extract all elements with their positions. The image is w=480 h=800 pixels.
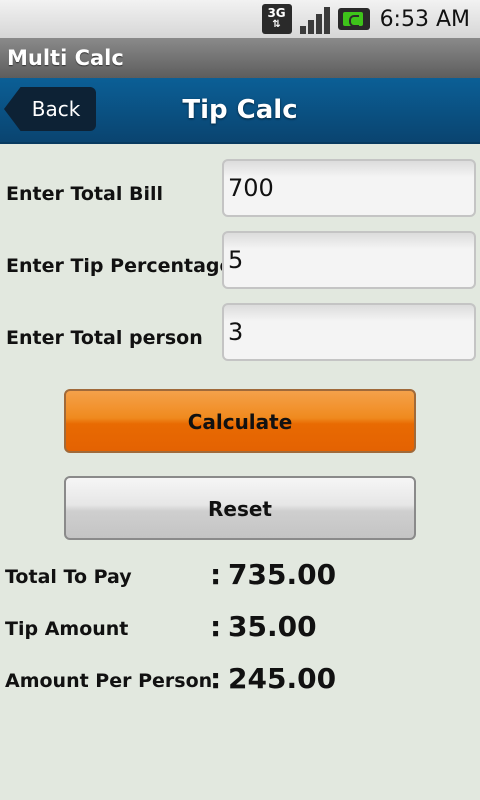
status-clock: 6:53 AM xyxy=(379,6,470,32)
tip-percentage-input[interactable]: 5 xyxy=(222,231,476,289)
total-to-pay-colon: : xyxy=(210,558,222,591)
tip-amount-colon: : xyxy=(210,610,222,643)
network-label: 3G xyxy=(267,6,286,20)
amount-per-person-label: Amount Per Person xyxy=(5,670,213,692)
calculate-button[interactable]: Calculate xyxy=(64,389,416,453)
tip-amount-label: Tip Amount xyxy=(5,618,129,640)
status-bar: 3G ⇅ 6:53 AM xyxy=(0,0,480,38)
total-bill-input[interactable]: 700 xyxy=(222,159,476,217)
screen-header: Tip Calc Back xyxy=(0,78,480,144)
app-title-bar: Multi Calc xyxy=(0,38,480,78)
total-to-pay-value: 735.00 xyxy=(228,558,337,591)
total-to-pay-label: Total To Pay xyxy=(5,566,132,588)
battery-charging-icon xyxy=(337,8,370,30)
tip-amount-value: 35.00 xyxy=(228,610,317,643)
tip-percentage-label: Enter Tip Percentage xyxy=(6,255,233,277)
total-person-input[interactable]: 3 xyxy=(222,303,476,361)
amount-per-person-value: 245.00 xyxy=(228,662,337,695)
back-button[interactable]: Back xyxy=(4,87,96,131)
network-3g-icon: 3G ⇅ xyxy=(261,4,292,34)
total-person-label: Enter Total person xyxy=(6,327,203,349)
reset-button[interactable]: Reset xyxy=(64,476,416,540)
signal-strength-icon xyxy=(298,4,332,34)
amount-per-person-colon: : xyxy=(210,662,222,695)
data-arrows-icon: ⇅ xyxy=(272,19,281,30)
total-bill-label: Enter Total Bill xyxy=(6,183,164,205)
